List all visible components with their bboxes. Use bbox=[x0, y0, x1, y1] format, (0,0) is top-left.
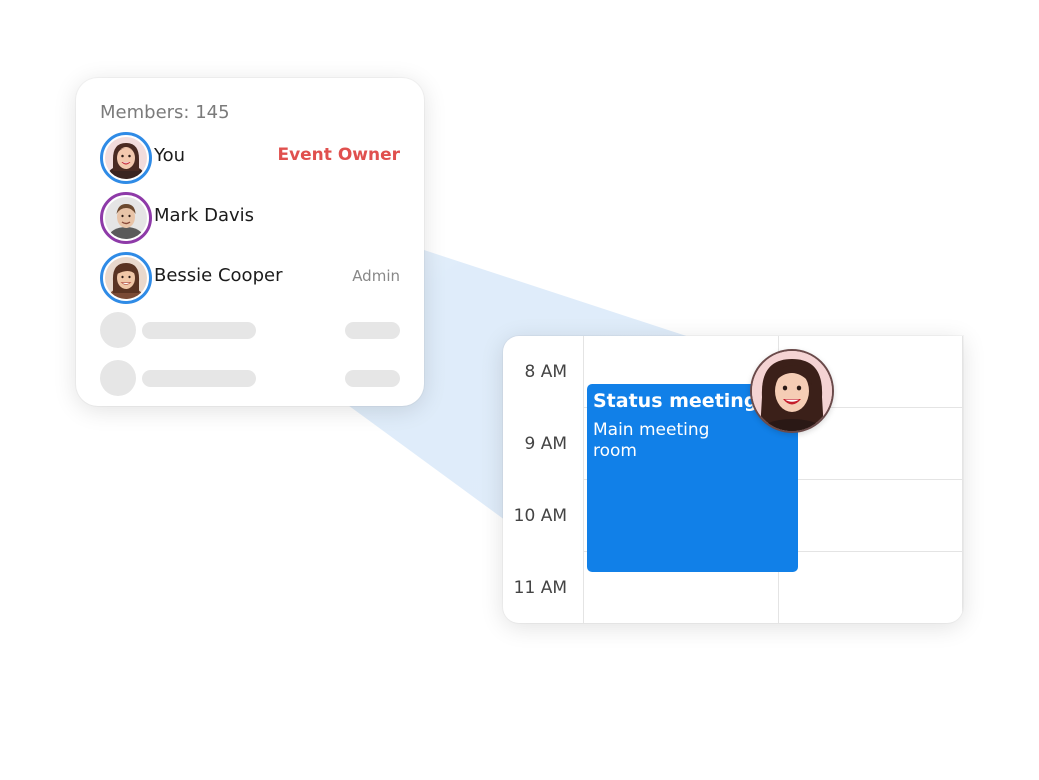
member-row-you[interactable]: You Event Owner bbox=[100, 132, 400, 184]
event-title: Status meeting bbox=[593, 390, 758, 412]
member-role-owner: Event Owner bbox=[277, 145, 400, 165]
member-placeholder-row bbox=[100, 312, 400, 348]
placeholder-name bbox=[142, 322, 256, 339]
member-row-mark-davis[interactable]: Mark Davis bbox=[100, 192, 400, 244]
woman-avatar-icon bbox=[100, 252, 152, 304]
time-column: 8 AM 9 AM 10 AM 11 AM bbox=[503, 336, 584, 623]
placeholder-avatar bbox=[100, 312, 136, 348]
placeholder-role bbox=[345, 370, 400, 387]
time-label-10am: 10 AM bbox=[513, 506, 567, 526]
member-name: Bessie Cooper bbox=[154, 265, 283, 286]
placeholder-avatar bbox=[100, 360, 136, 396]
member-name: You bbox=[154, 145, 186, 166]
member-name: Mark Davis bbox=[154, 205, 255, 226]
time-label-9am: 9 AM bbox=[524, 434, 567, 454]
placeholder-name bbox=[142, 370, 256, 387]
stage: Members: 145 You Event Owner Mark Davis … bbox=[0, 0, 1039, 780]
event-location: Main meeting room bbox=[593, 420, 710, 461]
calendar-day-view: 8 AM 9 AM 10 AM 11 AM Status meeting Mai… bbox=[503, 336, 963, 623]
man-avatar-icon bbox=[100, 192, 152, 244]
time-label-11am: 11 AM bbox=[513, 578, 567, 598]
woman-smiling-avatar-icon[interactable] bbox=[750, 349, 834, 433]
member-row-bessie-cooper[interactable]: Bessie Cooper Admin bbox=[100, 252, 400, 304]
members-count: Members: 145 bbox=[100, 102, 230, 123]
woman-smiling-avatar-icon bbox=[100, 132, 152, 184]
member-role-admin: Admin bbox=[352, 267, 400, 285]
time-label-8am: 8 AM bbox=[524, 362, 567, 382]
placeholder-role bbox=[345, 322, 400, 339]
member-placeholder-row bbox=[100, 360, 400, 396]
members-card: Members: 145 You Event Owner Mark Davis … bbox=[76, 78, 424, 406]
